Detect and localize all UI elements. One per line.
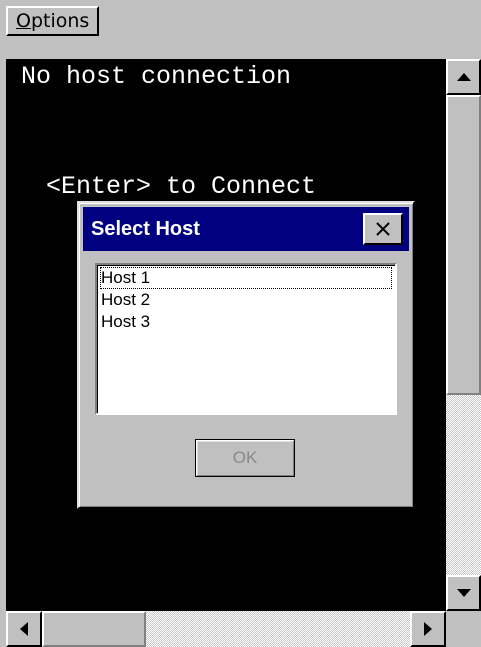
scroll-right-button[interactable] bbox=[410, 611, 446, 647]
arrow-right-icon bbox=[424, 622, 432, 636]
options-menu-label: ptions bbox=[30, 10, 90, 32]
scroll-left-button[interactable] bbox=[6, 611, 42, 647]
host-list-item-3[interactable]: Host 3 bbox=[100, 311, 150, 333]
close-button[interactable] bbox=[363, 213, 403, 245]
vertical-scroll-thumb[interactable] bbox=[446, 95, 481, 395]
scroll-up-button[interactable] bbox=[446, 59, 481, 95]
horizontal-scroll-thumb[interactable] bbox=[42, 611, 146, 647]
host-list-item-2[interactable]: Host 2 bbox=[100, 289, 150, 311]
arrow-down-icon bbox=[456, 589, 471, 597]
scrollbar-corner bbox=[446, 611, 481, 647]
options-menu-accelerator: O bbox=[16, 10, 31, 32]
terminal-connect-hint: <Enter> to Connect bbox=[46, 172, 317, 201]
host-list-item-1[interactable]: Host 1 bbox=[100, 267, 392, 289]
arrow-up-icon bbox=[456, 73, 471, 81]
close-icon bbox=[376, 222, 390, 236]
select-host-dialog: Select Host Host 1 Host 2 Host 3 OK bbox=[77, 201, 415, 509]
arrow-left-icon bbox=[20, 622, 28, 636]
scroll-down-button[interactable] bbox=[446, 575, 481, 611]
options-menu[interactable]: Options bbox=[6, 6, 100, 36]
ok-button[interactable]: OK bbox=[195, 439, 295, 477]
dialog-titlebar[interactable]: Select Host bbox=[83, 207, 409, 251]
horizontal-scrollbar[interactable] bbox=[6, 611, 446, 647]
host-listbox[interactable]: Host 1 Host 2 Host 3 bbox=[95, 263, 397, 415]
dialog-title: Select Host bbox=[91, 218, 200, 240]
menu-bar: Options bbox=[0, 0, 481, 40]
terminal-status-line: No host connection bbox=[6, 62, 292, 91]
vertical-scrollbar[interactable] bbox=[446, 59, 481, 611]
